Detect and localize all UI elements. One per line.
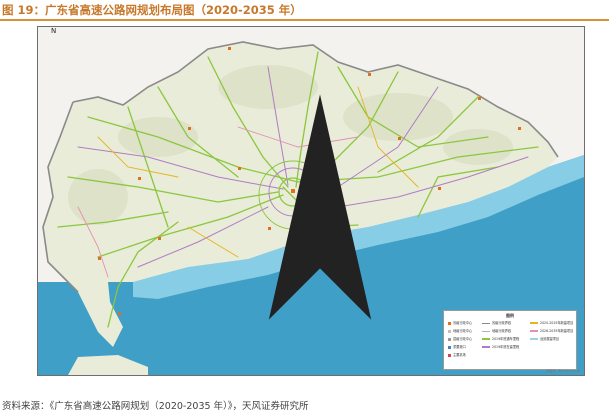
legend-item: 地级行政中心 [448, 328, 472, 334]
legend-item: 2026-2035年新建项目 [530, 328, 573, 334]
legend-item: 县级行政中心 [448, 336, 472, 342]
legend-item: 2019年底在建里程 [482, 344, 519, 350]
provincial-center-icon [448, 321, 451, 325]
under-construction-icon [482, 346, 490, 348]
long-term-plan-icon [530, 338, 538, 340]
existing-route-icon [482, 338, 490, 340]
port-icon [448, 345, 451, 349]
title-divider [0, 19, 609, 21]
legend-item: 2019年底通车里程 [482, 336, 519, 342]
legend-item: 地级行政界线 [482, 328, 511, 334]
airport-icon [448, 353, 451, 357]
plan-2020-2025-icon [530, 322, 538, 324]
source-note: 资料来源：《广东省高速公路网规划（2020-2035 年）》，天风证券研究所 [2, 401, 309, 412]
legend-title: 图例 [506, 313, 514, 318]
prefecture-center-icon [448, 329, 451, 333]
legend-item: 省级行政界线 [482, 320, 511, 326]
prefecture-border-icon [482, 330, 490, 332]
figure-title: 图 19：广东省高速公路网规划布局图（2020-2035 年） [2, 3, 302, 17]
legend-item: 远景展望项目 [530, 336, 559, 342]
north-arrow-icon [47, 33, 372, 320]
north-label: N [51, 27, 57, 35]
plan-2026-2035-icon [530, 330, 538, 332]
highway-network-map: N 图例 省级行政中心 地级行政中心 县级行政中心 重要港口 主要机场 省级行政… [37, 26, 585, 376]
county-center-icon [448, 337, 451, 341]
map-approval-note: 审图号：粤S(2021)07号 [546, 369, 580, 373]
legend-item: 重要港口 [448, 344, 466, 350]
legend-item: 2020-2025年新建项目 [530, 320, 573, 326]
provincial-border-icon [482, 322, 490, 324]
map-legend: 图例 省级行政中心 地级行政中心 县级行政中心 重要港口 主要机场 省级行政界线… [443, 310, 577, 370]
legend-item: 省级行政中心 [448, 320, 472, 326]
legend-item: 主要机场 [448, 352, 466, 358]
